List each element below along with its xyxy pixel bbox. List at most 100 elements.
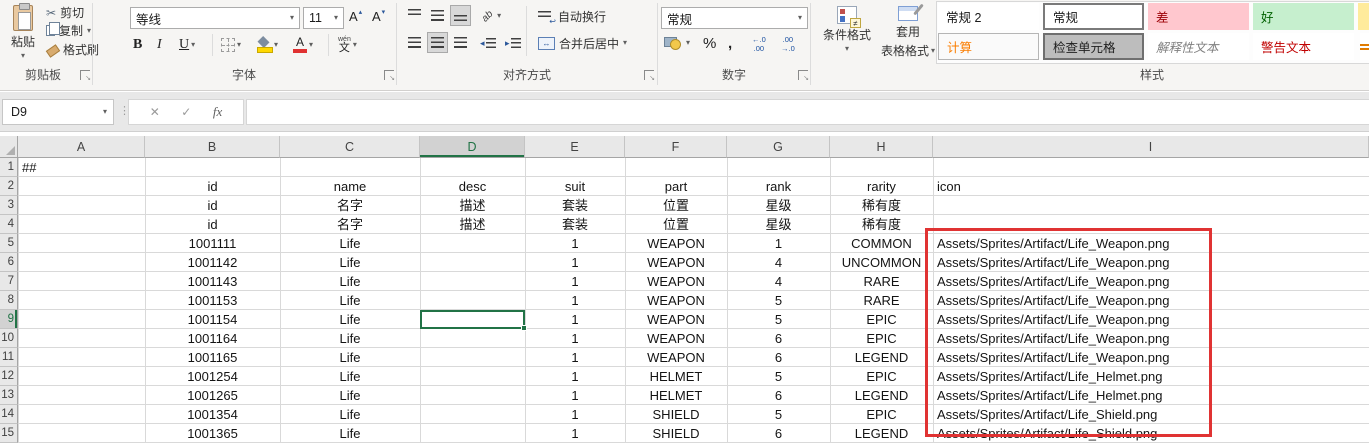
cell-D4[interactable]: 描述 xyxy=(420,215,525,234)
cell-G8[interactable]: 5 xyxy=(727,291,830,310)
align-center-button[interactable] xyxy=(427,32,448,53)
cell-G6[interactable]: 4 xyxy=(727,253,830,272)
row-header-11[interactable]: 11 xyxy=(0,348,18,367)
cell-E8[interactable]: 1 xyxy=(525,291,625,310)
cell-H15[interactable]: LEGEND xyxy=(830,424,933,443)
align-top-button[interactable] xyxy=(404,5,425,26)
cell-B7[interactable]: 1001143 xyxy=(145,272,280,291)
cell-E5[interactable]: 1 xyxy=(525,234,625,253)
cell-E6[interactable]: 1 xyxy=(525,253,625,272)
cell-C4[interactable]: 名字 xyxy=(280,215,420,234)
cell-C13[interactable]: Life xyxy=(280,386,420,405)
name-box[interactable]: D9 ▾ xyxy=(2,99,114,125)
copy-button[interactable]: 复制 ▾ xyxy=(46,22,91,39)
cell-B4[interactable]: id xyxy=(145,215,280,234)
cell-H10[interactable]: EPIC xyxy=(830,329,933,348)
cell-C7[interactable]: Life xyxy=(280,272,420,291)
style-cell-explanatory[interactable]: 解释性文本 xyxy=(1148,33,1249,60)
phonetic-guide-button[interactable]: wén文 ▾ xyxy=(338,33,357,57)
style-cell-calculation[interactable]: 计算 xyxy=(938,33,1039,60)
align-left-button[interactable] xyxy=(404,32,425,53)
align-bottom-button[interactable] xyxy=(450,5,471,26)
cell-C9[interactable]: Life xyxy=(280,310,420,329)
cell-E12[interactable]: 1 xyxy=(525,367,625,386)
style-cell-partial[interactable] xyxy=(1358,3,1369,30)
cell-F3[interactable]: 位置 xyxy=(625,196,727,215)
cell-H14[interactable]: EPIC xyxy=(830,405,933,424)
row-header-4[interactable]: 4 xyxy=(0,215,18,234)
cell-E14[interactable]: 1 xyxy=(525,405,625,424)
cell-F9[interactable]: WEAPON xyxy=(625,310,727,329)
cell-F14[interactable]: SHIELD xyxy=(625,405,727,424)
style-cell-warning[interactable]: 警告文本 xyxy=(1253,33,1354,60)
font-color-button[interactable]: A ▾ xyxy=(293,33,313,57)
cell-C3[interactable]: 名字 xyxy=(280,196,420,215)
cancel-icon[interactable]: ✕ xyxy=(150,105,160,119)
cell-B9[interactable]: 1001154 xyxy=(145,310,280,329)
cell-F5[interactable]: WEAPON xyxy=(625,234,727,253)
row-header-6[interactable]: 6 xyxy=(0,253,18,272)
accounting-format-button[interactable]: ▾ xyxy=(664,32,690,54)
cell-F8[interactable]: WEAPON xyxy=(625,291,727,310)
cell-F10[interactable]: WEAPON xyxy=(625,329,727,348)
wrap-text-button[interactable]: ↩ 自动换行 xyxy=(538,5,606,27)
cell-B6[interactable]: 1001142 xyxy=(145,253,280,272)
column-header-a[interactable]: A xyxy=(18,136,145,158)
row-header-13[interactable]: 13 xyxy=(0,386,18,405)
cell-G14[interactable]: 5 xyxy=(727,405,830,424)
increase-indent-button[interactable]: ▸ xyxy=(505,32,521,54)
style-cell-normal[interactable]: 常规 xyxy=(1043,3,1144,30)
bold-button[interactable]: B xyxy=(133,33,151,57)
style-cell-partial[interactable] xyxy=(1360,33,1369,60)
formula-input[interactable] xyxy=(246,99,1369,125)
cell-H3[interactable]: 稀有度 xyxy=(830,196,933,215)
cell-G12[interactable]: 5 xyxy=(727,367,830,386)
cell-H8[interactable]: RARE xyxy=(830,291,933,310)
cell-C12[interactable]: Life xyxy=(280,367,420,386)
chevron-down-icon[interactable]: ▾ xyxy=(794,14,802,22)
cell-E9[interactable]: 1 xyxy=(525,310,625,329)
column-header-c[interactable]: C xyxy=(280,136,420,158)
cell-E10[interactable]: 1 xyxy=(525,329,625,348)
row-header-1[interactable]: 1 xyxy=(0,158,18,177)
cell-E4[interactable]: 套装 xyxy=(525,215,625,234)
cell-C14[interactable]: Life xyxy=(280,405,420,424)
cell-G13[interactable]: 6 xyxy=(727,386,830,405)
borders-button[interactable]: ▾ xyxy=(221,33,241,57)
underline-button[interactable]: U ▾ xyxy=(179,33,195,57)
cell-B3[interactable]: id xyxy=(145,196,280,215)
cell-H12[interactable]: EPIC xyxy=(830,367,933,386)
clipboard-dialog-launcher[interactable]: ↘ xyxy=(80,70,90,80)
cell-B13[interactable]: 1001265 xyxy=(145,386,280,405)
cell-C15[interactable]: Life xyxy=(280,424,420,443)
cell-C5[interactable]: Life xyxy=(280,234,420,253)
cell-B14[interactable]: 1001354 xyxy=(145,405,280,424)
cell-H9[interactable]: EPIC xyxy=(830,310,933,329)
decrease-decimal-button[interactable]: .00→.0 xyxy=(781,33,795,55)
cell-G2[interactable]: rank xyxy=(727,177,830,196)
row-header-12[interactable]: 12 xyxy=(0,367,18,386)
fill-color-button[interactable]: ▾ xyxy=(256,33,278,57)
number-dialog-launcher[interactable]: ↘ xyxy=(798,70,808,80)
cell-F12[interactable]: HELMET xyxy=(625,367,727,386)
cell-H13[interactable]: LEGEND xyxy=(830,386,933,405)
cell-F11[interactable]: WEAPON xyxy=(625,348,727,367)
increase-decimal-button[interactable]: ←.0.00 xyxy=(752,33,766,55)
cell-F13[interactable]: HELMET xyxy=(625,386,727,405)
cell-G11[interactable]: 6 xyxy=(727,348,830,367)
cell-C10[interactable]: Life xyxy=(280,329,420,348)
chevron-down-icon[interactable]: ▾ xyxy=(286,14,294,22)
cell-F15[interactable]: SHIELD xyxy=(625,424,727,443)
alignment-dialog-launcher[interactable]: ↘ xyxy=(644,70,654,80)
cell-B15[interactable]: 1001365 xyxy=(145,424,280,443)
orientation-button[interactable]: ab ▾ xyxy=(482,5,501,27)
cell-D2[interactable]: desc xyxy=(420,177,525,196)
align-middle-button[interactable] xyxy=(427,5,448,26)
cell-B10[interactable]: 1001164 xyxy=(145,329,280,348)
cell-H4[interactable]: 稀有度 xyxy=(830,215,933,234)
cell-H2[interactable]: rarity xyxy=(830,177,933,196)
cell-H6[interactable]: UNCOMMON xyxy=(830,253,933,272)
fill-handle[interactable] xyxy=(521,325,527,331)
cell-E13[interactable]: 1 xyxy=(525,386,625,405)
cell-F4[interactable]: 位置 xyxy=(625,215,727,234)
